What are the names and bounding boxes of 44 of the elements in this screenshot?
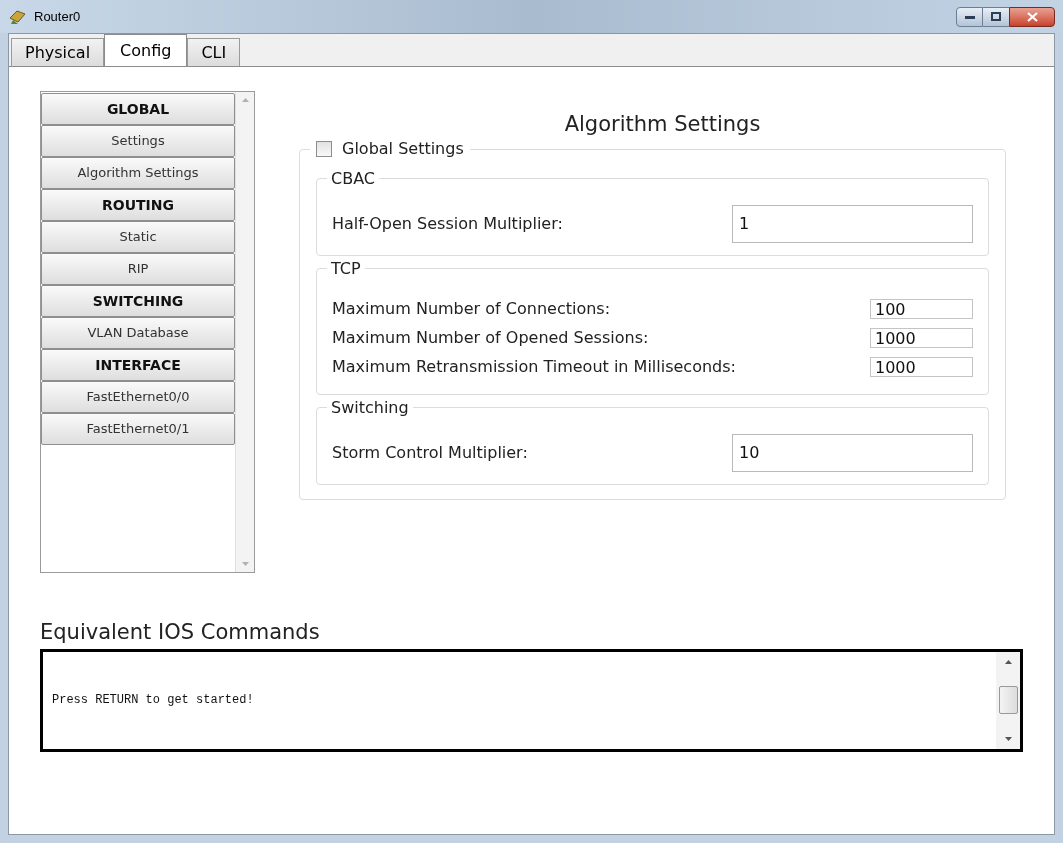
scroll-up-icon: [1004, 659, 1012, 664]
section-header-button[interactable]: ROUTING: [41, 189, 235, 221]
router-icon: [8, 7, 28, 26]
maximize-button[interactable]: [983, 6, 1009, 27]
checkbox-label: Global Settings: [342, 137, 464, 160]
scroll-down-icon: [241, 562, 249, 566]
window-title: Router0: [34, 7, 81, 26]
tab[interactable]: CLI: [187, 38, 241, 66]
minimize-button[interactable]: [956, 6, 983, 27]
input-field[interactable]: 10: [732, 433, 973, 472]
global-settings-checkbox[interactable]: [316, 140, 332, 157]
close-button[interactable]: [1009, 6, 1055, 27]
input-field[interactable]: 1000: [870, 357, 973, 377]
section-header-button[interactable]: SWITCHING: [41, 285, 235, 317]
scrollbar[interactable]: [996, 651, 1020, 749]
section-header-button[interactable]: INTERFACE: [41, 349, 235, 381]
scroll-thumb[interactable]: [998, 686, 1018, 714]
section-title: Equivalent IOS Commands: [40, 619, 321, 646]
minimize-icon: [964, 14, 975, 19]
sidebar-item[interactable]: FastEthernet0/0: [41, 381, 235, 413]
input-field[interactable]: 1: [732, 204, 973, 243]
sidebar-item[interactable]: Algorithm Settings: [41, 157, 235, 189]
field-label: Storm Control Multiplier:: [332, 441, 529, 464]
scroll-up-icon: [241, 98, 249, 102]
sidebar-item[interactable]: VLAN Database: [41, 317, 235, 349]
scrollbar[interactable]: [235, 92, 254, 572]
sidebar-item[interactable]: RIP: [41, 253, 235, 285]
input-field[interactable]: 1000: [870, 328, 973, 348]
field-label: Half-Open Session Multiplier:: [332, 212, 564, 235]
input-field[interactable]: 100: [870, 299, 973, 319]
sidebar-item[interactable]: FastEthernet0/1: [41, 413, 235, 445]
field-label: Maximum Retransmission Timeout in Milliseconds:: [332, 356, 737, 378]
maximize-icon: [991, 12, 1001, 21]
panel-title: Algorithm Settings: [563, 111, 762, 138]
field-label: Maximum Number of Connections:: [332, 298, 612, 320]
sidebar-item[interactable]: Settings: [41, 125, 235, 157]
scroll-down-icon: [1004, 736, 1012, 741]
close-icon: [1026, 11, 1038, 22]
sidebar-item[interactable]: Static: [41, 221, 235, 253]
field-label: Maximum Number of Opened Sessions:: [332, 327, 650, 349]
tab[interactable]: Config: [104, 34, 188, 66]
tab[interactable]: Physical: [11, 38, 105, 66]
section-header-button[interactable]: GLOBAL: [41, 93, 235, 125]
output-text: Press RETURN to get started!: [52, 692, 254, 709]
